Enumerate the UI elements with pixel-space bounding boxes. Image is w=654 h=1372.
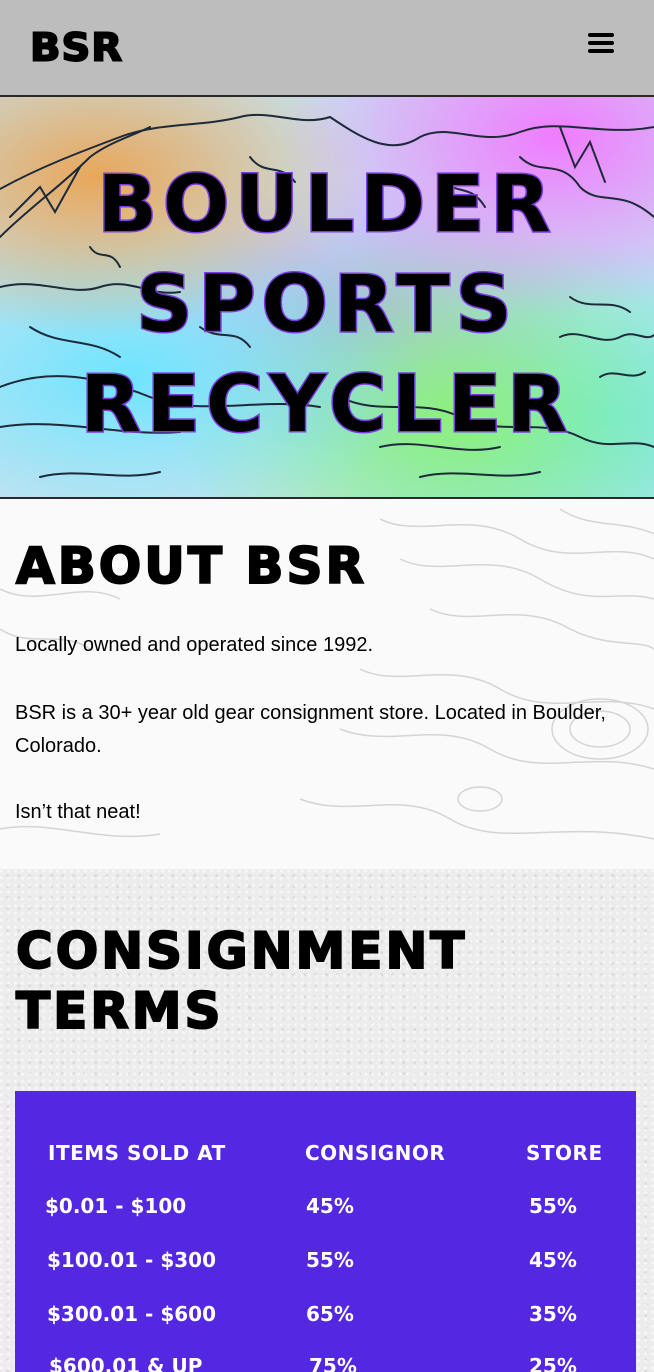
menu-bar [588, 49, 614, 53]
hero-title-line: BOULDER [96, 159, 557, 252]
site-logo[interactable]: BSR [29, 28, 123, 68]
menu-bar [588, 33, 614, 37]
table-header-cell: CONSIGNOR [305, 1141, 446, 1165]
hero-banner: BOULDER SPORTS RECYCLER [0, 97, 654, 499]
about-paragraph: Locally owned and operated since 1992. [15, 634, 374, 656]
about-paragraph: Isn’t that neat! [15, 801, 141, 823]
table-row: $100.01 - $300 55% 45% [15, 1248, 636, 1288]
about-section: ABOUT BSR Locally owned and operated sin… [0, 499, 654, 869]
terms-heading: CONSIGNMENT TERMS [15, 921, 468, 1041]
hero-title: BOULDER SPORTS RECYCLER [0, 155, 654, 455]
consignment-terms-section: CONSIGNMENT TERMS ITEMS SOLD AT CONSIGNO… [0, 869, 654, 1372]
table-cell: 45% [529, 1248, 577, 1272]
table-cell: $0.01 - $100 [45, 1194, 187, 1218]
site-header: BSR [0, 0, 654, 97]
table-row: $300.01 - $600 65% 35% [15, 1302, 636, 1342]
table-cell: $300.01 - $600 [47, 1302, 216, 1326]
table-cell: 55% [529, 1194, 577, 1218]
table-header-row: ITEMS SOLD AT CONSIGNOR STORE [15, 1141, 636, 1181]
terms-table: ITEMS SOLD AT CONSIGNOR STORE $0.01 - $1… [15, 1091, 636, 1372]
table-cell: 65% [306, 1302, 354, 1326]
table-cell: 55% [306, 1248, 354, 1272]
hamburger-menu-icon[interactable] [588, 33, 616, 57]
table-cell: $100.01 - $300 [47, 1248, 216, 1272]
table-header-cell: STORE [526, 1141, 603, 1165]
table-cell: 75% [309, 1354, 357, 1372]
about-paragraph: BSR is a 30+ year old gear consignment s… [15, 702, 606, 757]
table-row: $600.01 & UP 75% 25% [15, 1354, 636, 1372]
table-header-cell: ITEMS SOLD AT [48, 1141, 226, 1165]
table-cell: 35% [529, 1302, 577, 1326]
hero-title-line: RECYCLER [79, 359, 574, 452]
about-heading: ABOUT BSR [15, 537, 368, 595]
table-cell: 45% [306, 1194, 354, 1218]
table-row: $0.01 - $100 45% 55% [15, 1194, 636, 1234]
table-cell: $600.01 & UP [49, 1354, 203, 1372]
hero-title-line: SPORTS [135, 259, 518, 352]
menu-bar [588, 41, 614, 45]
table-cell: 25% [529, 1354, 577, 1372]
